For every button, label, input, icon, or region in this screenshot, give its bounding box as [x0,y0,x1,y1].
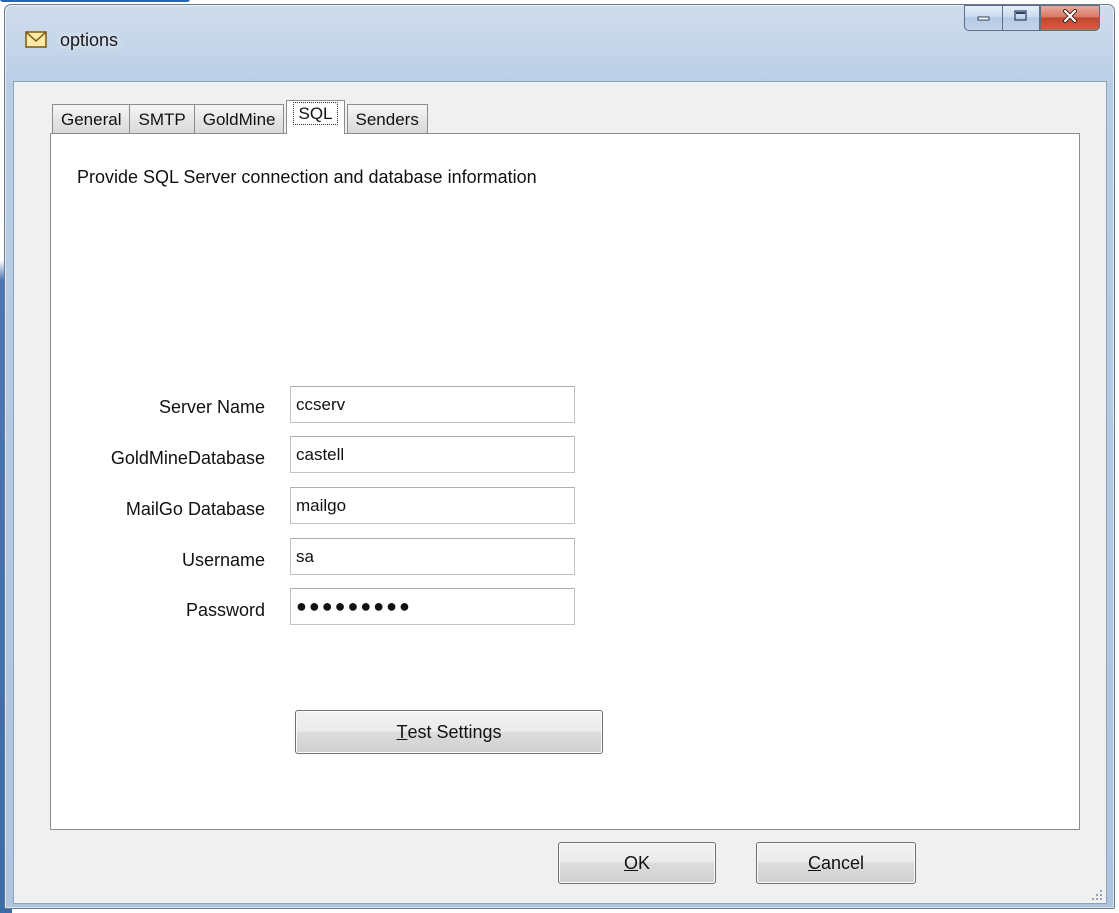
tab-label: General [61,110,122,129]
tab-label: GoldMine [202,110,276,129]
options-window: options General SMTP GoldMine SQL Sender… [4,4,1115,909]
tab-strip: General SMTP GoldMine SQL Senders [52,100,428,134]
tab-general[interactable]: General [52,104,131,134]
background-fragment [0,0,190,2]
goldmine-database-input[interactable] [290,436,575,473]
server-name-input[interactable] [290,386,575,423]
password-label: Password [185,600,265,620]
maximize-icon [1013,9,1029,28]
cancel-button[interactable]: Cancel [756,842,916,884]
window-title: options [60,30,119,50]
caption-buttons [964,5,1100,31]
tab-goldmine[interactable]: GoldMine [193,104,285,134]
password-input[interactable] [290,588,575,625]
client-area: General SMTP GoldMine SQL Senders Provid… [13,81,1107,904]
close-button[interactable] [1040,5,1100,31]
tab-sql[interactable]: SQL [286,100,345,134]
test-settings-label: est Settings [407,721,502,742]
maximize-button[interactable] [1002,5,1040,31]
username-label: Username [181,550,265,570]
envelope-icon [25,31,47,48]
ok-label: K [638,852,651,873]
mailgo-database-input[interactable] [290,487,575,524]
minimize-button[interactable] [964,5,1002,31]
title-bar[interactable]: options [5,5,1114,81]
cancel-label: ancel [820,852,865,873]
ok-mnemonic: O [623,852,638,873]
panel-description: Provide SQL Server connection and databa… [77,167,537,187]
tab-label: SMTP [138,110,186,129]
server-name-label: Server Name [158,397,265,417]
cancel-mnemonic: C [807,852,821,873]
close-icon [1062,8,1078,28]
tab-senders[interactable]: Senders [346,104,428,134]
minimize-icon [976,9,992,27]
tab-label: SQL [293,102,338,125]
tab-smtp[interactable]: SMTP [129,104,195,134]
username-input[interactable] [290,538,575,575]
tab-label: Senders [355,110,419,129]
mailgo-database-label: MailGo Database [125,499,265,519]
resize-grip-icon[interactable] [1091,888,1103,900]
goldmine-database-label: GoldMineDatabase [110,448,265,468]
test-settings-mnemonic: T [396,721,408,742]
sql-tab-panel: Provide SQL Server connection and databa… [50,133,1080,830]
ok-button[interactable]: OK [558,842,716,884]
test-settings-button[interactable]: Test Settings [295,710,603,754]
